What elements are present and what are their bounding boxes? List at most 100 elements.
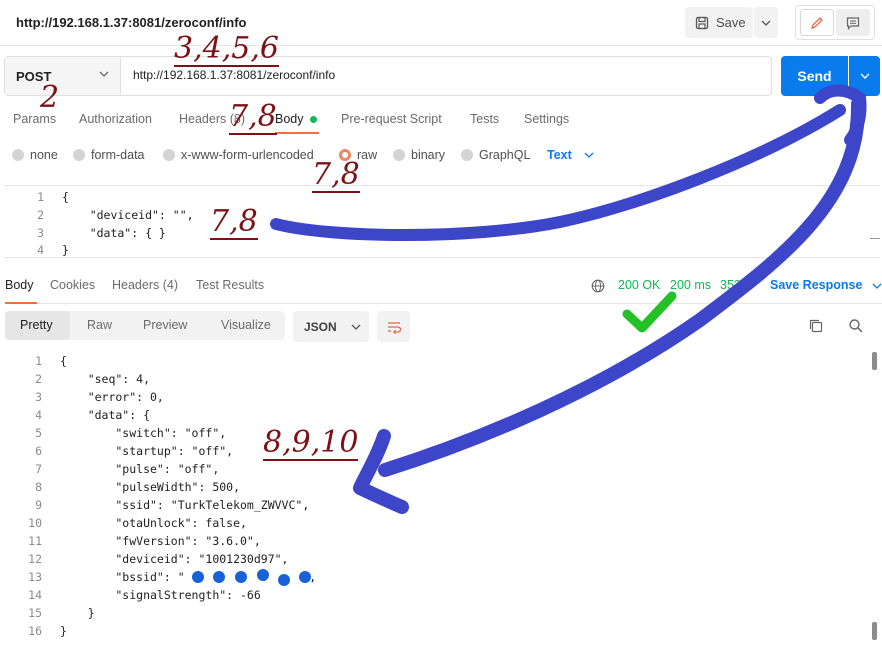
line-number: 16	[28, 624, 42, 638]
body-type-none[interactable]: none	[12, 148, 58, 162]
code-line: "seq": 4,	[60, 372, 151, 386]
line-number: 10	[28, 516, 42, 530]
annotation-body: 7,8	[210, 204, 258, 240]
chevron-down-icon	[761, 20, 771, 26]
tab-tests[interactable]: Tests	[470, 112, 499, 126]
code-line: "deviceid": "",	[62, 208, 194, 222]
code-line: {	[62, 190, 69, 204]
title-bar: http://192.168.1.37:8081/zeroconf/info S…	[0, 0, 882, 46]
response-time[interactable]: 200 ms	[670, 278, 711, 292]
annotation-params: 2	[40, 80, 60, 115]
edit-mode-button[interactable]	[800, 9, 834, 36]
body-type-binary[interactable]: binary	[393, 148, 445, 162]
line-number: 1	[35, 354, 42, 368]
code-line: "data": {	[60, 408, 151, 422]
code-line: "ssid": "TurkTelekom_ZWVVC",	[60, 498, 310, 512]
response-tabs: Body Cookies Headers (4) Test Results 20…	[5, 278, 882, 304]
body-type-form-data[interactable]: form-data	[73, 148, 145, 162]
body-language-label: Text	[547, 148, 572, 162]
radio-icon	[461, 149, 473, 161]
line-number: 14	[28, 588, 42, 602]
line-number: 13	[28, 570, 42, 584]
tab-pre-request-script[interactable]: Pre-request Script	[341, 112, 442, 126]
annotation-headers: 7,8	[229, 99, 277, 135]
tab-body-label: Body	[275, 112, 304, 126]
radio-icon	[12, 149, 24, 161]
tab-settings[interactable]: Settings	[524, 112, 569, 126]
body-type-label: GraphQL	[479, 148, 531, 162]
url-input[interactable]: http://192.168.1.37:8081/zeroconf/info	[133, 68, 335, 82]
response-tab-test-results[interactable]: Test Results	[196, 278, 264, 292]
line-number: 3	[35, 390, 42, 404]
globe-icon[interactable]	[591, 279, 605, 296]
line-number: 12	[28, 552, 42, 566]
code-line: "data": { }	[62, 226, 166, 240]
line-number: 11	[28, 534, 42, 548]
save-label: Save	[716, 15, 746, 30]
scrollbar-thumb-bottom[interactable]	[872, 622, 877, 640]
wrap-lines-button[interactable]	[377, 311, 410, 342]
save-response-label: Save Response	[770, 278, 863, 292]
copy-icon[interactable]	[808, 318, 824, 339]
wrap-icon	[387, 321, 401, 334]
save-response-button[interactable]: Save Response	[770, 278, 882, 292]
tab-body[interactable]: Body	[275, 112, 317, 126]
active-response-tab-indicator	[5, 302, 37, 304]
code-line: "switch": "off",	[60, 426, 227, 440]
annotation-response: 8,9,10	[263, 425, 359, 461]
chevron-down-icon	[584, 152, 594, 158]
response-size[interactable]: 353 B	[720, 278, 753, 292]
view-mode-group: Pretty Raw Preview Visualize	[5, 311, 285, 340]
comments-button[interactable]	[836, 9, 870, 36]
save-options-button[interactable]	[754, 7, 778, 38]
request-body-editor[interactable]: 1 2 3 4 { "deviceid": "", "data": { } }	[4, 185, 880, 258]
method-select[interactable]: POST	[5, 57, 121, 95]
chevron-down-icon	[872, 283, 882, 289]
view-visualize[interactable]: Visualize	[221, 318, 271, 332]
line-number: 8	[35, 480, 42, 494]
editor-resize-handle[interactable]	[870, 238, 880, 239]
marker-arrow-head-1	[814, 84, 867, 146]
body-language-select[interactable]: Text	[547, 148, 594, 162]
chevron-down-icon	[860, 73, 869, 79]
send-options-button[interactable]	[849, 56, 880, 96]
line-number: 1	[37, 190, 44, 204]
line-number: 2	[35, 372, 42, 386]
view-pretty[interactable]: Pretty	[20, 318, 53, 332]
code-line: "startup": "off",	[60, 444, 234, 458]
body-type-label: x-www-form-urlencoded	[181, 148, 314, 162]
save-button[interactable]: Save	[685, 7, 753, 38]
code-line: "pulse": "off",	[60, 462, 220, 476]
send-button[interactable]: Send	[781, 56, 848, 96]
response-tab-headers[interactable]: Headers (4)	[112, 278, 178, 292]
annotation-raw: 7,8	[312, 157, 360, 193]
line-number: 4	[37, 243, 44, 257]
line-number: 15	[28, 606, 42, 620]
status-code[interactable]: 200 OK	[618, 278, 660, 292]
scrollbar-thumb-top[interactable]	[872, 352, 877, 370]
comment-icon	[846, 16, 860, 30]
body-type-label: raw	[357, 148, 378, 162]
response-tab-body[interactable]: Body	[5, 278, 34, 292]
body-indicator-dot	[309, 116, 317, 124]
view-raw[interactable]: Raw	[87, 318, 112, 332]
view-preview[interactable]: Preview	[143, 318, 187, 332]
body-type-label: none	[30, 148, 58, 162]
line-number: 9	[35, 498, 42, 512]
response-tab-cookies[interactable]: Cookies	[50, 278, 95, 292]
body-type-graphql[interactable]: GraphQL	[461, 148, 530, 162]
search-icon[interactable]	[848, 318, 864, 339]
response-body-viewer[interactable]: 1 {2 "seq": 4, 3 "error": 0, 4 "data": {5 "…	[0, 352, 882, 642]
response-format-label: JSON	[304, 319, 337, 334]
chevron-down-icon	[99, 71, 109, 77]
code-line: "deviceid": "1001230d97",	[60, 552, 289, 566]
active-tab-indicator	[275, 132, 319, 134]
code-line: }	[60, 624, 67, 638]
tab-authorization[interactable]: Authorization	[79, 112, 152, 126]
url-bar: POST http://192.168.1.37:8081/zeroconf/i…	[4, 56, 772, 96]
mode-toggle	[795, 5, 875, 40]
code-line: "bssid": " : : : : : ",	[60, 570, 317, 584]
response-format-select[interactable]: JSON	[293, 311, 369, 342]
request-title[interactable]: http://192.168.1.37:8081/zeroconf/info	[16, 15, 246, 30]
body-type-urlencoded[interactable]: x-www-form-urlencoded	[163, 148, 314, 162]
